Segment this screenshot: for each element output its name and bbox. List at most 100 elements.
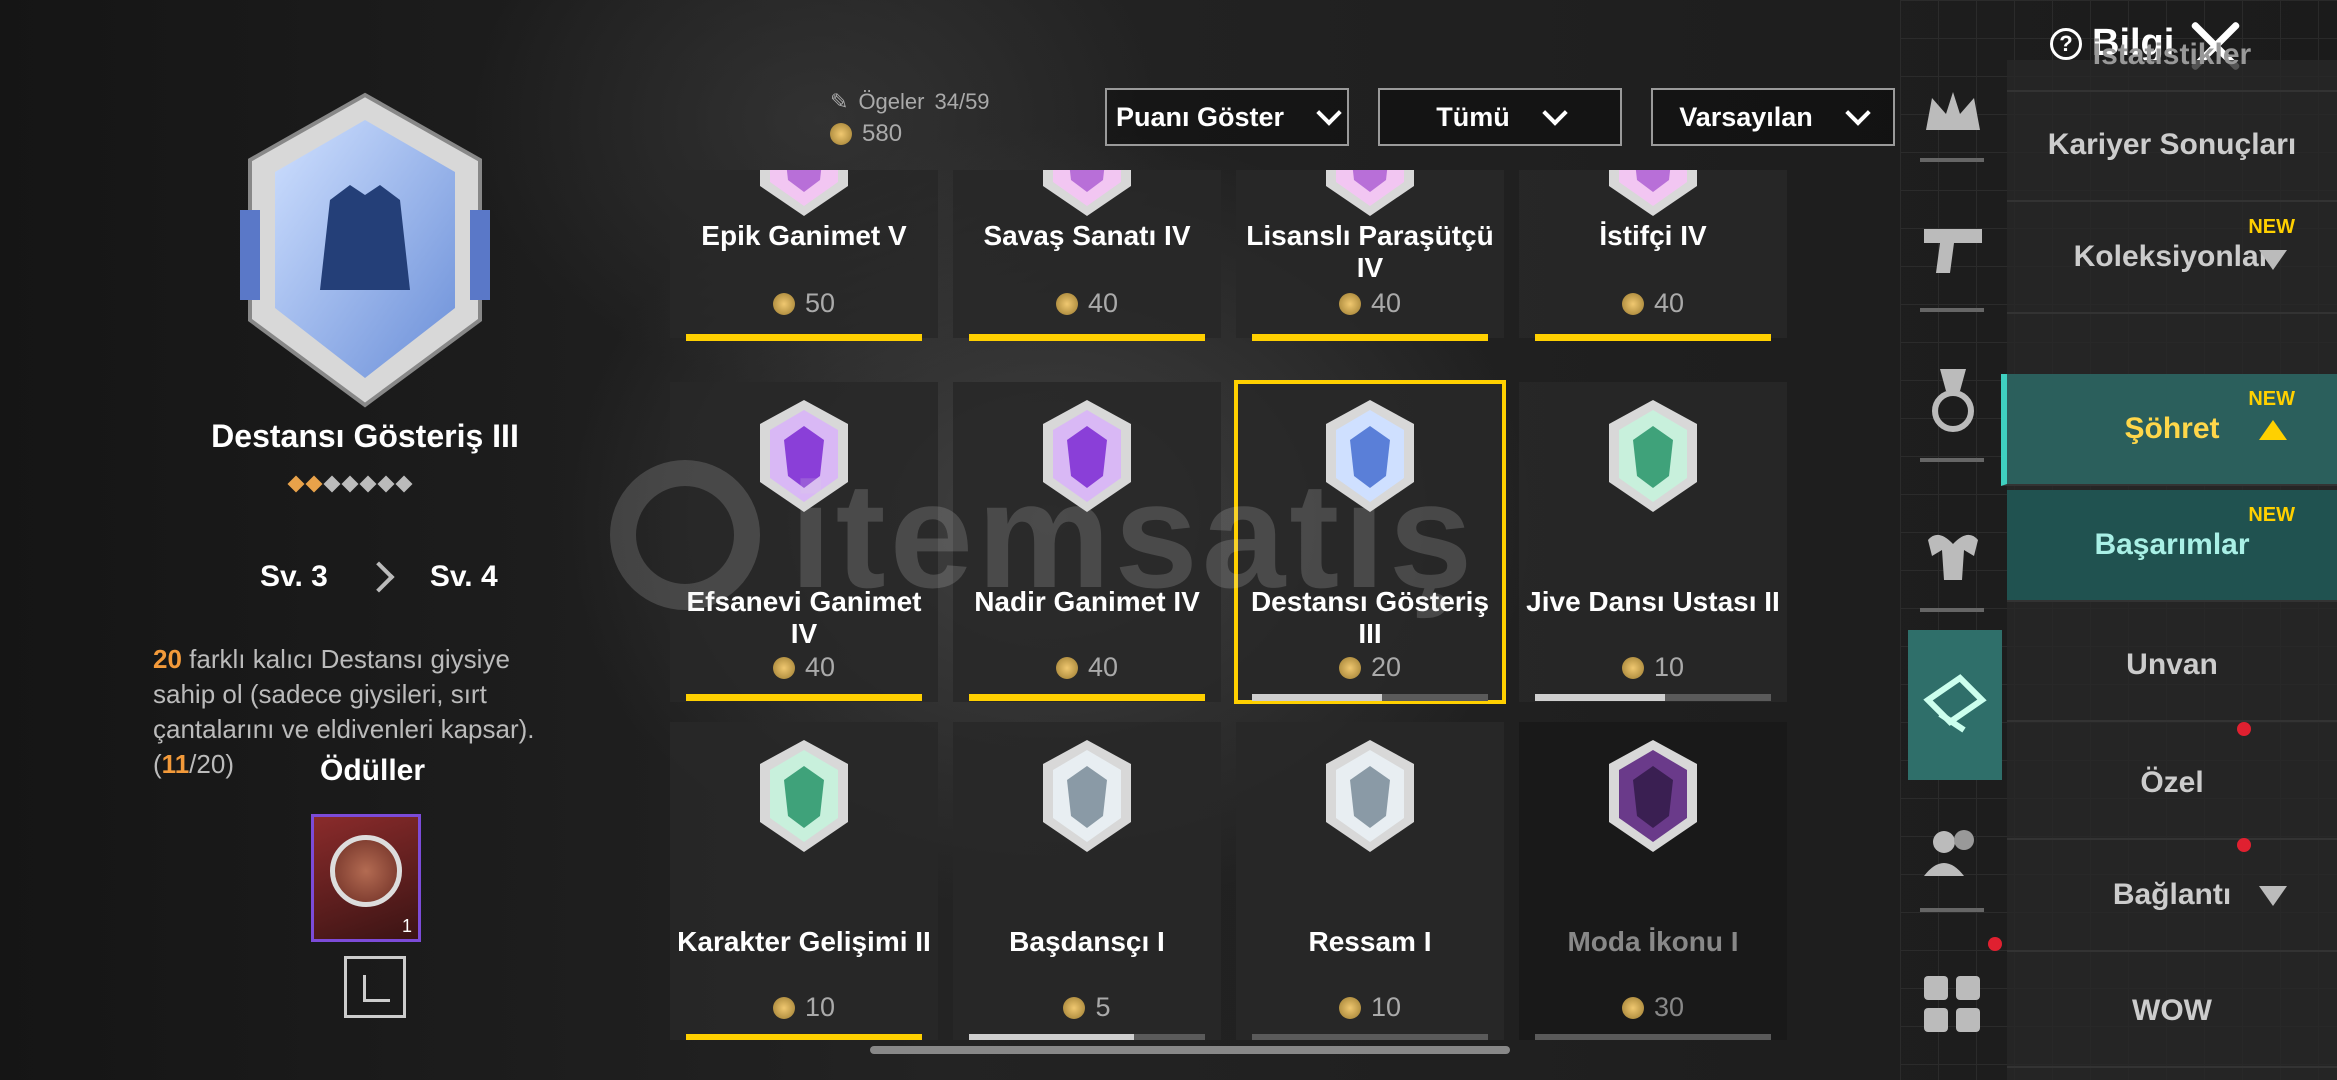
achievement-name: Başdansçı I xyxy=(1009,926,1165,957)
achievement-name: Nadir Ganimet IV xyxy=(974,586,1200,617)
achievement-medal-icon xyxy=(1326,400,1414,512)
coin-icon xyxy=(1621,292,1644,315)
achievement-points: 20 xyxy=(1236,652,1504,683)
dropdown-label: Puanı Göster xyxy=(1115,101,1285,132)
points-value: 5 xyxy=(1095,992,1111,1022)
star-icon xyxy=(305,475,323,493)
points-value: 10 xyxy=(1370,992,1402,1022)
achievement-card[interactable]: Nadir Ganimet IV 40 xyxy=(953,382,1221,702)
achievement-card[interactable]: Destansı Gösteriş III 20 xyxy=(1234,380,1506,704)
progress-bar xyxy=(686,1034,922,1040)
achievement-card[interactable]: Karakter Gelişimi II 10 xyxy=(670,722,938,1040)
progress-fill xyxy=(686,1034,922,1040)
coin-icon xyxy=(772,996,795,1019)
reward-item[interactable]: 1 xyxy=(311,814,421,942)
progress-bar xyxy=(1535,1034,1771,1040)
pistol-icon[interactable] xyxy=(1918,215,1988,285)
points-value: 20 xyxy=(1370,652,1402,682)
muscle-icon[interactable] xyxy=(1918,520,1988,590)
medal-icon[interactable] xyxy=(1918,365,1988,435)
coin-icon xyxy=(772,292,795,315)
points-value: 580 xyxy=(862,120,903,147)
achievement-medal-icon xyxy=(1043,400,1131,512)
selected-title: Destansı Gösteriş III xyxy=(211,418,519,454)
chevron-down-icon xyxy=(2259,250,2287,270)
achievement-card[interactable]: Efsanevi Ganimet IV 40 xyxy=(670,382,938,702)
achievement-name: Jive Dansı Ustası II xyxy=(1526,586,1780,617)
progress-fill xyxy=(1535,334,1771,341)
menu-item-label: Koleksiyonlar xyxy=(2073,240,2271,273)
achievement-medal-icon xyxy=(760,740,848,852)
level-from: Sv. 3 xyxy=(260,560,328,593)
achievement-medal-icon xyxy=(1043,740,1131,852)
progress-bar xyxy=(1535,334,1771,341)
grid-icon[interactable] xyxy=(1918,970,1988,1040)
progress-bar xyxy=(969,1034,1205,1040)
chevron-down-icon xyxy=(2259,886,2287,906)
coin-icon xyxy=(1055,656,1078,679)
friends-icon[interactable] xyxy=(1918,818,1988,888)
points-value: 40 xyxy=(1087,652,1119,682)
collection-stats: ✎ Ögeler 34/59 580 xyxy=(830,86,990,150)
menu-item-statistics[interactable]: İstatistikler xyxy=(2007,20,2337,92)
menu-item-fame[interactable]: Şöhret NEW xyxy=(2001,374,2337,486)
items-count: 34/59 xyxy=(934,89,990,114)
scrollbar[interactable] xyxy=(870,1046,1510,1054)
achievement-card[interactable]: Epik Ganimet V 50 xyxy=(670,170,938,341)
menu-item-collections[interactable]: Koleksiyonlar NEW xyxy=(2007,202,2337,314)
dropdown-filter[interactable]: Tümü xyxy=(1378,88,1622,146)
notification-dot xyxy=(2237,722,2251,736)
achievement-points: 50 xyxy=(670,288,938,319)
achievement-medal-icon xyxy=(1326,740,1414,852)
menu-item-special[interactable]: Özel xyxy=(2007,728,2337,840)
achievement-card[interactable]: Jive Dansı Ustası II 10 xyxy=(1519,382,1787,702)
menu-item-career-results[interactable]: Kariyer Sonuçları xyxy=(2007,90,2337,202)
menu-item-wow[interactable]: WOW xyxy=(2007,956,2337,1068)
progress-bar xyxy=(969,334,1205,341)
menu-item-achievements[interactable]: Başarımlar NEW xyxy=(2007,490,2337,602)
achievement-card[interactable]: Savaş Sanatı IV 40 xyxy=(953,170,1221,341)
chevron-down-icon xyxy=(1316,100,1342,126)
separator xyxy=(1920,158,1984,162)
points-value: 10 xyxy=(1653,652,1685,682)
desc-number: 20 xyxy=(153,644,182,674)
separator xyxy=(1920,308,1984,312)
progress-bar xyxy=(686,694,922,701)
achievement-points: 40 xyxy=(1236,288,1504,319)
ticket-icon xyxy=(1923,674,1987,733)
menu-item-label: Başarımlar xyxy=(2094,528,2250,561)
notification-dot xyxy=(1988,937,2002,951)
achievement-card[interactable]: İstifçi IV 40 xyxy=(1519,170,1787,341)
achievement-card[interactable]: Moda İkonu I 30 xyxy=(1519,722,1787,1040)
chevron-up-icon xyxy=(2259,420,2287,440)
achievement-points: 10 xyxy=(1519,652,1787,683)
selected-medal-icon xyxy=(240,92,490,408)
menu-item-title[interactable]: Unvan xyxy=(2007,610,2337,722)
achievement-medal-icon xyxy=(1043,170,1131,216)
share-icon[interactable] xyxy=(344,956,406,1018)
progress-bar xyxy=(686,334,922,341)
menu-item-label: Şöhret xyxy=(2124,412,2220,445)
points-value: 40 xyxy=(1087,288,1119,318)
points-value: 50 xyxy=(804,288,836,318)
dropdown-sort[interactable]: Varsayılan xyxy=(1651,88,1895,146)
dropdown-show-points[interactable]: Puanı Göster xyxy=(1105,88,1349,146)
level-indicator: Sv. 3 Sv. 4 xyxy=(260,560,498,594)
items-label: Ögeler xyxy=(858,89,925,114)
achievement-points: 40 xyxy=(1519,288,1787,319)
achievement-card[interactable]: Ressam I 10 xyxy=(1236,722,1504,1040)
achievement-medal-icon xyxy=(1609,740,1697,852)
crown-icon[interactable] xyxy=(1918,80,1988,150)
achievement-card[interactable]: Lisanslı Paraşütçü IV 40 xyxy=(1236,170,1504,341)
desc-progress: 11 xyxy=(161,749,190,779)
progress-fill xyxy=(1535,694,1665,701)
points-value: 40 xyxy=(1653,288,1685,318)
achievement-medal-icon xyxy=(1609,400,1697,512)
progress-bar xyxy=(1252,694,1488,701)
collection-tab[interactable] xyxy=(1908,630,2002,780)
dropdown-label: Varsayılan xyxy=(1679,101,1813,132)
achievement-card[interactable]: Başdansçı I 5 xyxy=(953,722,1221,1040)
notification-dot xyxy=(2237,838,2251,852)
menu-item-connection[interactable]: Bağlantı xyxy=(2007,840,2337,952)
separator xyxy=(1920,458,1984,462)
